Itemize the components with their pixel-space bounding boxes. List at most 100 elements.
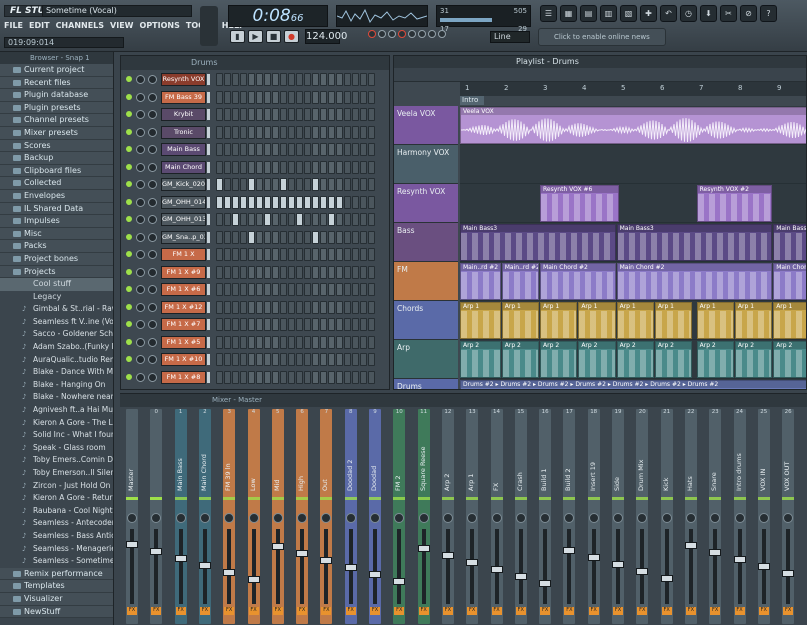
- step-button[interactable]: [240, 230, 247, 244]
- mixer-strip[interactable]: 0 FX: [150, 409, 163, 624]
- step-button[interactable]: [256, 213, 263, 226]
- browser-file[interactable]: Sacco - Goldener Schnitt: [0, 328, 113, 341]
- fx-slot-button[interactable]: FX: [685, 607, 696, 615]
- step-button[interactable]: [360, 248, 367, 261]
- step-button[interactable]: [272, 283, 279, 296]
- track-header[interactable]: Veela VOX: [394, 106, 458, 145]
- browser-file[interactable]: Blake - Hanging On: [0, 379, 113, 392]
- step-button[interactable]: [256, 160, 263, 174]
- step-button[interactable]: [352, 230, 359, 244]
- step-button[interactable]: [264, 335, 271, 349]
- step-button[interactable]: [240, 283, 247, 296]
- pan-knob[interactable]: [321, 513, 332, 523]
- volume-fader-track[interactable]: [709, 529, 722, 604]
- step-button[interactable]: [360, 195, 367, 209]
- step-button[interactable]: [312, 265, 319, 279]
- volume-fader-track[interactable]: [441, 529, 454, 604]
- channel-led[interactable]: [126, 321, 132, 327]
- volume-fader-track[interactable]: [466, 529, 479, 604]
- step-button[interactable]: [352, 178, 359, 191]
- fx-slot-button[interactable]: FX: [564, 607, 575, 615]
- step-button[interactable]: [264, 318, 271, 331]
- channel-volume-knob[interactable]: [148, 302, 157, 312]
- step-button[interactable]: [344, 265, 351, 279]
- step-button[interactable]: [264, 248, 271, 261]
- browser-folder[interactable]: Recent files: [0, 76, 113, 90]
- step-button[interactable]: [280, 160, 287, 174]
- step-button[interactable]: [216, 108, 223, 121]
- step-button[interactable]: [248, 178, 255, 191]
- mixer-strip[interactable]: 20 Drum Mix FX: [636, 409, 649, 624]
- step-button[interactable]: [288, 265, 295, 279]
- step-button[interactable]: [328, 90, 335, 104]
- step-button[interactable]: [336, 300, 343, 314]
- step-button[interactable]: [248, 283, 255, 296]
- step-button[interactable]: [296, 178, 303, 191]
- step-button[interactable]: [312, 178, 319, 191]
- step-button[interactable]: [304, 160, 311, 174]
- step-button[interactable]: [360, 318, 367, 331]
- channel-name-button[interactable]: FM 1 X #5: [161, 335, 206, 349]
- browser-folder[interactable]: Packs: [0, 240, 113, 253]
- pattern-clip[interactable]: Arp 2: [696, 341, 734, 378]
- step-button[interactable]: [296, 248, 303, 261]
- track-lane[interactable]: [460, 145, 806, 184]
- channel-name-button[interactable]: FM 1 X: [161, 248, 206, 261]
- channel-volume-knob[interactable]: [148, 355, 157, 364]
- step-button[interactable]: [272, 335, 279, 349]
- mixer-strip[interactable]: 3 FM 39 ln FX: [223, 409, 236, 624]
- mixer-strip[interactable]: 24 Intro drums FX: [733, 409, 746, 624]
- step-button[interactable]: [336, 195, 343, 209]
- channel-led[interactable]: [126, 181, 132, 187]
- step-button[interactable]: [216, 283, 223, 296]
- step-button[interactable]: [336, 283, 343, 296]
- step-button[interactable]: [312, 108, 319, 121]
- step-button[interactable]: [280, 265, 287, 279]
- volume-fader-track[interactable]: [174, 529, 187, 604]
- step-button[interactable]: [336, 178, 343, 191]
- step-button[interactable]: [224, 108, 231, 121]
- pan-knob[interactable]: [613, 513, 623, 523]
- volume-fader-handle[interactable]: [296, 550, 309, 557]
- step-button[interactable]: [224, 178, 231, 191]
- browser-file[interactable]: Kieron A Gore - Return To: [0, 492, 113, 505]
- step-button[interactable]: [272, 73, 279, 86]
- step-button[interactable]: [272, 90, 279, 104]
- step-button[interactable]: [352, 195, 359, 209]
- step-button[interactable]: [344, 125, 351, 139]
- channel-select-bar[interactable]: [207, 336, 210, 348]
- browser-file[interactable]: Seamless - Bass Antics: [0, 530, 113, 543]
- channel-pan-knob[interactable]: [136, 180, 145, 189]
- volume-fader-track[interactable]: [296, 529, 309, 604]
- snap-select[interactable]: Line: [490, 31, 530, 43]
- channel-pan-knob[interactable]: [136, 355, 145, 364]
- step-button[interactable]: [240, 73, 247, 86]
- browser-folder[interactable]: Envelopes: [0, 189, 113, 203]
- pan-knob[interactable]: [297, 513, 308, 523]
- piano-roll-icon[interactable]: ▦: [560, 5, 577, 22]
- volume-fader-handle[interactable]: [417, 545, 430, 552]
- step-button[interactable]: [240, 248, 247, 261]
- step-button[interactable]: [272, 213, 279, 226]
- step-button[interactable]: [248, 370, 255, 384]
- fx-slot-button[interactable]: FX: [710, 607, 721, 615]
- mixer-strip[interactable]: 18 Insert 19 FX: [587, 409, 600, 624]
- track-header[interactable]: FM: [394, 262, 458, 301]
- channel-name-button[interactable]: FM 1 X #9: [161, 265, 206, 279]
- channel-pan-knob[interactable]: [136, 267, 145, 277]
- fx-slot-button[interactable]: FX: [321, 607, 332, 615]
- step-button[interactable]: [360, 213, 367, 226]
- browser-folder[interactable]: Legacy: [0, 291, 113, 304]
- channel-led[interactable]: [126, 338, 132, 345]
- step-button[interactable]: [296, 195, 303, 209]
- channel-pan-knob[interactable]: [136, 285, 145, 294]
- intro-marker[interactable]: Intro: [460, 96, 484, 105]
- step-button[interactable]: [256, 90, 263, 104]
- pan-knob[interactable]: [370, 513, 380, 523]
- step-button[interactable]: [216, 370, 223, 384]
- browser-window-icon[interactable]: ▧: [620, 5, 637, 22]
- step-button[interactable]: [248, 108, 255, 121]
- step-button[interactable]: [232, 300, 239, 314]
- step-button[interactable]: [288, 160, 295, 174]
- channel-volume-knob[interactable]: [148, 320, 157, 329]
